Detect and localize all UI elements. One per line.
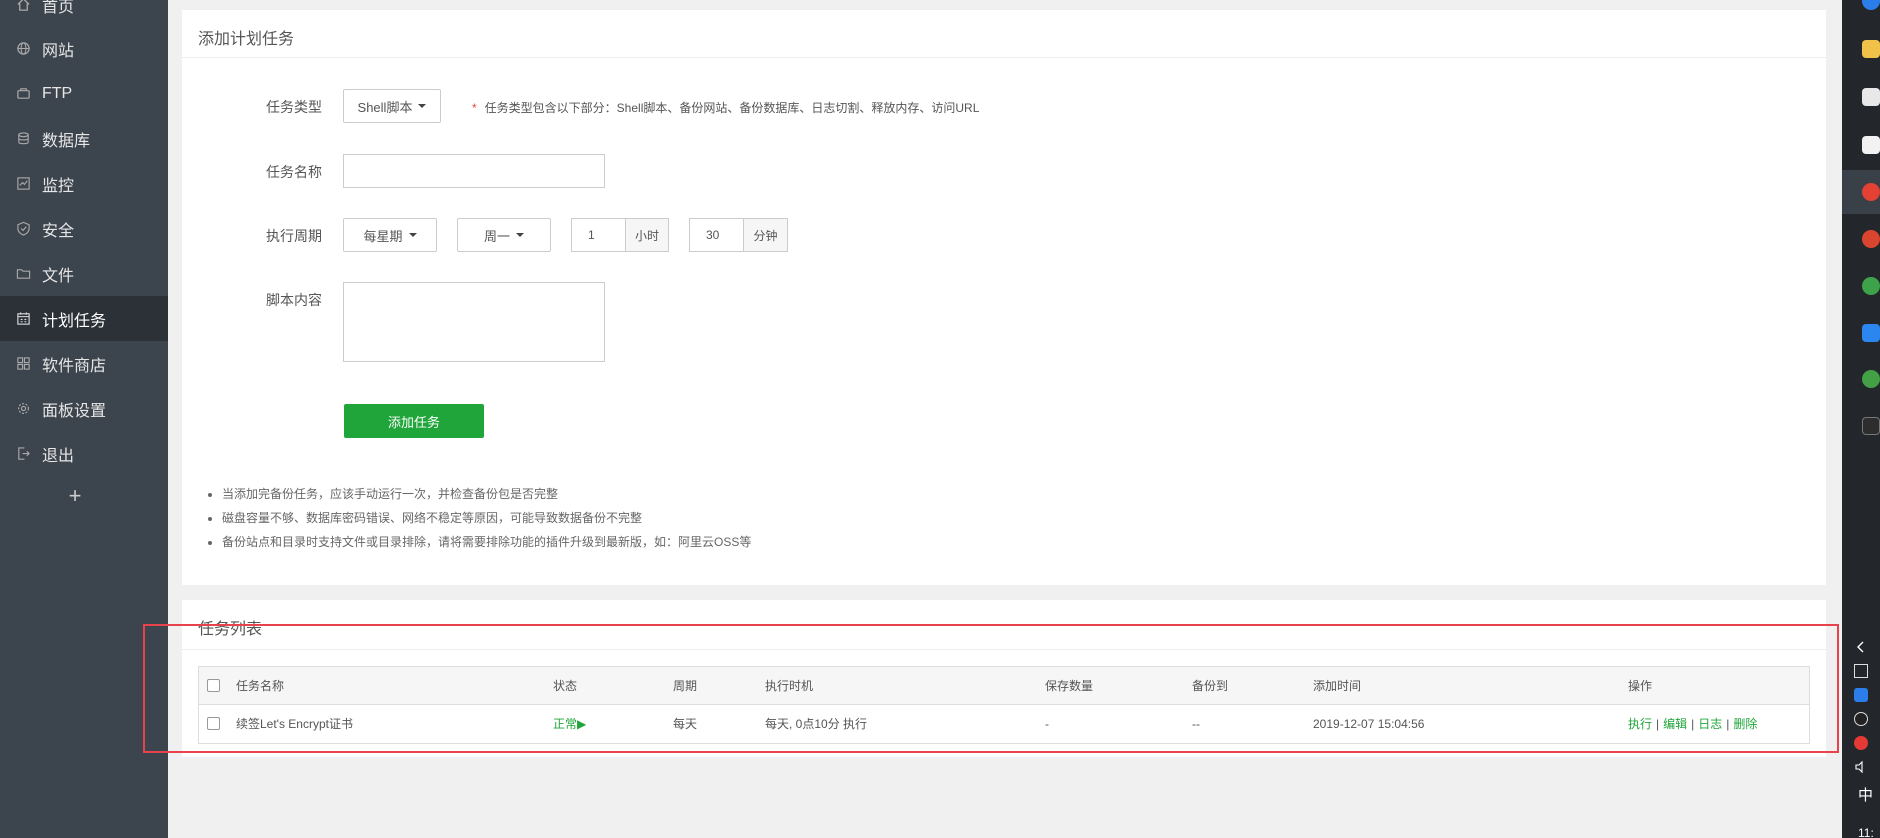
weekday-value: 周一 [483, 228, 510, 244]
highlight-box [143, 624, 1839, 753]
sidebar-item-database[interactable]: 数据库 [0, 116, 168, 161]
folder-icon [15, 266, 31, 282]
add-task-button[interactable]: 添加任务 [344, 404, 484, 438]
sidebar-item-website[interactable]: 网站 [0, 26, 168, 71]
add-menu-button[interactable]: + [0, 476, 150, 516]
sidebar-item-home[interactable]: 首页 [0, 0, 168, 27]
tip-item: 备份站点和目录时支持文件或目录排除，请将需要排除功能的插件升级到最新版，如：阿里… [222, 530, 751, 554]
sidebar-item-label: 数据库 [42, 132, 91, 150]
monitor-icon [15, 176, 31, 192]
sidebar-item-label: 监控 [42, 177, 75, 195]
wechat-icon[interactable] [1862, 370, 1880, 388]
caret-down-icon [418, 104, 427, 108]
sidebar-item-ftp[interactable]: FTP [0, 71, 168, 116]
clock[interactable]: 11: [1858, 826, 1874, 838]
caret-down-icon [408, 233, 417, 237]
chevron-left-icon[interactable] [1854, 640, 1868, 654]
blue-app-icon[interactable] [1862, 324, 1880, 342]
sidebar-item-label: FTP [42, 84, 73, 102]
required-star: * [472, 101, 477, 115]
divider [182, 57, 1826, 58]
sidebar-item-label: 文件 [42, 267, 75, 285]
logout-icon [15, 446, 31, 462]
database-icon [15, 131, 31, 147]
script-textarea[interactable] [343, 282, 605, 362]
gear-icon [15, 401, 31, 417]
hour-unit: 小时 [625, 218, 669, 252]
sidebar-item-logout[interactable]: 退出 [0, 431, 168, 476]
tray-qq-icon[interactable] [1854, 712, 1868, 726]
weekday-select[interactable]: 周一 [457, 218, 551, 252]
cycle-label: 执行周期 [266, 228, 322, 244]
sidebar-item-security[interactable]: 安全 [0, 206, 168, 251]
tip-item: 磁盘容量不够、数据库密码错误、网络不稳定等原因，可能导致数据备份不完整 [222, 506, 751, 530]
script-label: 脚本内容 [266, 292, 322, 308]
sidebar-item-label: 软件商店 [42, 357, 107, 375]
sidebar-item-settings[interactable]: 面板设置 [0, 386, 168, 431]
volume-icon[interactable] [1854, 760, 1868, 774]
add-task-panel: 添加计划任务 任务类型 Shell脚本 * 任务类型包含以下部分：Shell脚本、… [182, 10, 1826, 585]
file-explorer-icon[interactable] [1862, 40, 1880, 58]
task-name-label: 任务名称 [266, 164, 322, 180]
shield-icon [15, 221, 31, 237]
sidebar-item-label: 网站 [42, 42, 75, 60]
tray-weibo-icon[interactable] [1854, 736, 1868, 750]
globe-icon [15, 41, 31, 57]
cycle-select[interactable]: 每星期 [343, 218, 437, 252]
tray-shield-icon[interactable] [1854, 688, 1868, 702]
task-type-hint: * 任务类型包含以下部分：Shell脚本、备份网站、备份数据库、日志切割、释放内存… [472, 99, 979, 116]
task-type-label: 任务类型 [266, 99, 322, 115]
caret-down-icon [516, 233, 524, 237]
sidebar-item-label: 计划任务 [42, 312, 107, 330]
minute-unit: 分钟 [743, 218, 788, 252]
tips-list: 当添加完备份任务，应该手动运行一次，并检查备份包是否完整 磁盘容量不够、数据库密… [208, 482, 751, 554]
home-icon [15, 0, 31, 13]
sidebar-item-label: 面板设置 [42, 402, 107, 420]
panel-title: 添加计划任务 [198, 31, 295, 48]
grid-icon [15, 356, 31, 372]
edge-browser-icon[interactable] [1862, 0, 1880, 10]
tray-network-icon[interactable] [1854, 664, 1868, 678]
store-icon[interactable] [1862, 88, 1880, 106]
sidebar-item-label: 安全 [42, 222, 75, 240]
hour-input[interactable]: 1 [571, 218, 626, 252]
sidebar-item-monitor[interactable]: 监控 [0, 161, 168, 206]
sidebar-item-files[interactable]: 文件 [0, 251, 168, 296]
chrome-icon[interactable] [1862, 183, 1880, 201]
calendar-icon [15, 311, 31, 327]
ime-indicator[interactable]: 中 [1858, 784, 1873, 805]
cycle-value: 每星期 [363, 228, 403, 244]
taskbar: 中 11: [1842, 0, 1880, 838]
sidebar-item-store[interactable]: 软件商店 [0, 341, 168, 386]
netease-music-icon[interactable] [1862, 230, 1880, 248]
task-type-hint-text: 任务类型包含以下部分：Shell脚本、备份网站、备份数据库、日志切割、释放内存、… [484, 101, 980, 115]
ftp-icon [15, 86, 31, 102]
tip-item: 当添加完备份任务，应该手动运行一次，并检查备份包是否完整 [222, 482, 751, 506]
sidebar-item-label: 退出 [42, 447, 75, 465]
green-app-icon[interactable] [1862, 277, 1880, 295]
terminal-icon[interactable] [1862, 417, 1880, 435]
mail-icon[interactable] [1862, 136, 1880, 154]
task-type-select[interactable]: Shell脚本 [343, 89, 441, 123]
task-type-value: Shell脚本 [357, 99, 413, 115]
minute-input[interactable]: 30 [689, 218, 744, 252]
task-name-input[interactable] [343, 154, 605, 188]
sidebar-item-label: 首页 [42, 0, 75, 16]
sidebar-item-cron[interactable]: 计划任务 [0, 296, 168, 341]
